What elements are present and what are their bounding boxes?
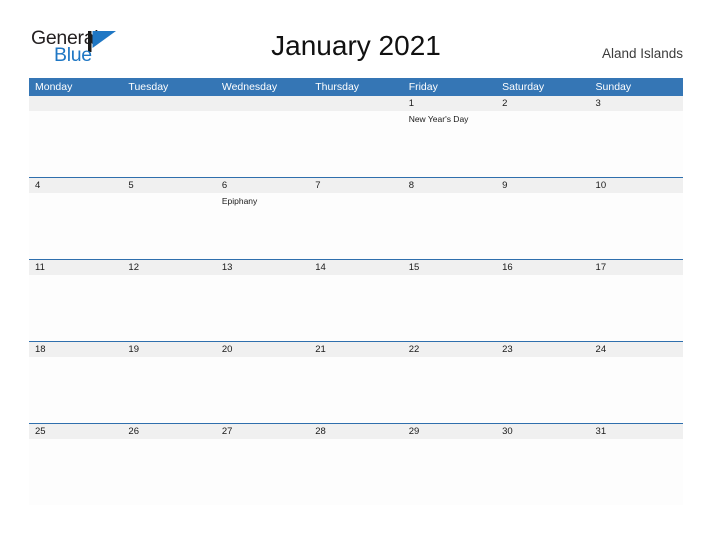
week-date-band: 18 19 20 21 22 23 24 <box>29 341 683 357</box>
day-cell[interactable] <box>403 357 496 423</box>
day-number[interactable]: 13 <box>216 260 309 275</box>
day-cell[interactable] <box>122 275 215 341</box>
day-cell[interactable] <box>590 111 683 177</box>
day-number[interactable]: 6 <box>216 178 309 193</box>
day-cell[interactable] <box>590 439 683 505</box>
week-event-band <box>29 357 683 423</box>
day-number[interactable]: 5 <box>122 178 215 193</box>
day-of-week-sunday: Sunday <box>595 81 632 93</box>
day-number[interactable]: 10 <box>590 178 683 193</box>
day-number[interactable]: 12 <box>122 260 215 275</box>
day-number[interactable]: 17 <box>590 260 683 275</box>
day-number[interactable]: 15 <box>403 260 496 275</box>
day-of-week-wednesday: Wednesday <box>221 81 278 93</box>
day-number[interactable] <box>216 96 309 111</box>
week-event-band: New Year's Day <box>29 111 683 177</box>
day-cell[interactable] <box>29 111 122 177</box>
day-cell[interactable] <box>496 357 589 423</box>
calendar-week-row: 1 2 3 New Year's Day <box>29 96 683 177</box>
day-number[interactable]: 7 <box>309 178 402 193</box>
day-number[interactable]: 22 <box>403 342 496 357</box>
day-number[interactable]: 26 <box>122 424 215 439</box>
week-date-band: 11 12 13 14 15 16 17 <box>29 259 683 275</box>
day-number[interactable]: 19 <box>122 342 215 357</box>
day-of-week-tuesday: Tuesday <box>128 81 169 93</box>
day-cell[interactable] <box>309 111 402 177</box>
day-number[interactable]: 24 <box>590 342 683 357</box>
day-of-week-monday: Monday <box>35 81 73 93</box>
day-number[interactable]: 11 <box>29 260 122 275</box>
day-cell[interactable] <box>216 111 309 177</box>
day-cell[interactable] <box>29 439 122 505</box>
day-cell[interactable] <box>216 275 309 341</box>
day-cell[interactable] <box>309 275 402 341</box>
day-cell[interactable]: Epiphany <box>216 193 309 259</box>
page-header: General Blue January 2021 Aland Islands <box>0 0 712 78</box>
day-cell[interactable] <box>29 357 122 423</box>
day-cell[interactable] <box>29 275 122 341</box>
event-label: New Year's Day <box>408 114 469 124</box>
day-cell[interactable] <box>403 193 496 259</box>
calendar-week-row: 4 5 6 7 8 9 10 Epiphany <box>29 177 683 259</box>
day-cell[interactable] <box>403 439 496 505</box>
day-number[interactable]: 27 <box>216 424 309 439</box>
day-of-week-friday: Friday <box>408 81 438 93</box>
day-cell[interactable] <box>309 357 402 423</box>
day-number[interactable]: 23 <box>496 342 589 357</box>
day-number[interactable]: 8 <box>403 178 496 193</box>
day-cell[interactable] <box>122 111 215 177</box>
day-number[interactable]: 18 <box>29 342 122 357</box>
week-event-band: Epiphany <box>29 193 683 259</box>
day-cell[interactable] <box>590 275 683 341</box>
region-label: Aland Islands <box>601 46 683 61</box>
day-cell[interactable] <box>403 275 496 341</box>
day-cell[interactable] <box>496 193 589 259</box>
calendar-week-row: 18 19 20 21 22 23 24 <box>29 341 683 423</box>
calendar-page: General Blue January 2021 Aland Islands … <box>0 0 712 550</box>
day-number[interactable]: 25 <box>29 424 122 439</box>
calendar-grid: Monday Tuesday Wednesday Thursday Friday… <box>29 78 683 505</box>
day-number[interactable]: 20 <box>216 342 309 357</box>
week-date-band: 1 2 3 <box>29 96 683 111</box>
week-date-band: 4 5 6 7 8 9 10 <box>29 177 683 193</box>
week-date-band: 25 26 27 28 29 30 31 <box>29 423 683 439</box>
event-label: Epiphany <box>221 196 258 206</box>
day-cell[interactable] <box>122 193 215 259</box>
day-number[interactable]: 28 <box>309 424 402 439</box>
day-cell[interactable] <box>122 357 215 423</box>
day-cell[interactable] <box>309 193 402 259</box>
day-number[interactable]: 3 <box>590 96 683 111</box>
day-cell[interactable] <box>309 439 402 505</box>
calendar-week-row: 25 26 27 28 29 30 31 <box>29 423 683 505</box>
day-number[interactable]: 16 <box>496 260 589 275</box>
day-number[interactable]: 9 <box>496 178 589 193</box>
day-number[interactable] <box>122 96 215 111</box>
day-number[interactable]: 4 <box>29 178 122 193</box>
day-cell[interactable] <box>590 357 683 423</box>
day-number[interactable] <box>29 96 122 111</box>
day-number[interactable]: 21 <box>309 342 402 357</box>
day-cell[interactable] <box>496 111 589 177</box>
day-number[interactable]: 2 <box>496 96 589 111</box>
day-cell[interactable] <box>122 439 215 505</box>
day-cell[interactable] <box>496 275 589 341</box>
day-of-week-thursday: Thursday <box>315 81 360 93</box>
week-event-band <box>29 439 683 505</box>
day-number[interactable] <box>309 96 402 111</box>
day-number[interactable]: 30 <box>496 424 589 439</box>
day-cell[interactable] <box>216 439 309 505</box>
day-cell[interactable] <box>590 193 683 259</box>
day-of-week-saturday: Saturday <box>502 81 545 93</box>
day-cell[interactable] <box>29 193 122 259</box>
calendar-week-row: 11 12 13 14 15 16 17 <box>29 259 683 341</box>
day-of-week-header-row: Monday Tuesday Wednesday Thursday Friday… <box>29 78 683 96</box>
day-cell[interactable] <box>496 439 589 505</box>
day-number[interactable]: 1 <box>403 96 496 111</box>
day-number[interactable]: 14 <box>309 260 402 275</box>
day-number[interactable]: 31 <box>590 424 683 439</box>
day-cell[interactable]: New Year's Day <box>403 111 496 177</box>
day-number[interactable]: 29 <box>403 424 496 439</box>
day-cell[interactable] <box>216 357 309 423</box>
week-event-band <box>29 275 683 341</box>
